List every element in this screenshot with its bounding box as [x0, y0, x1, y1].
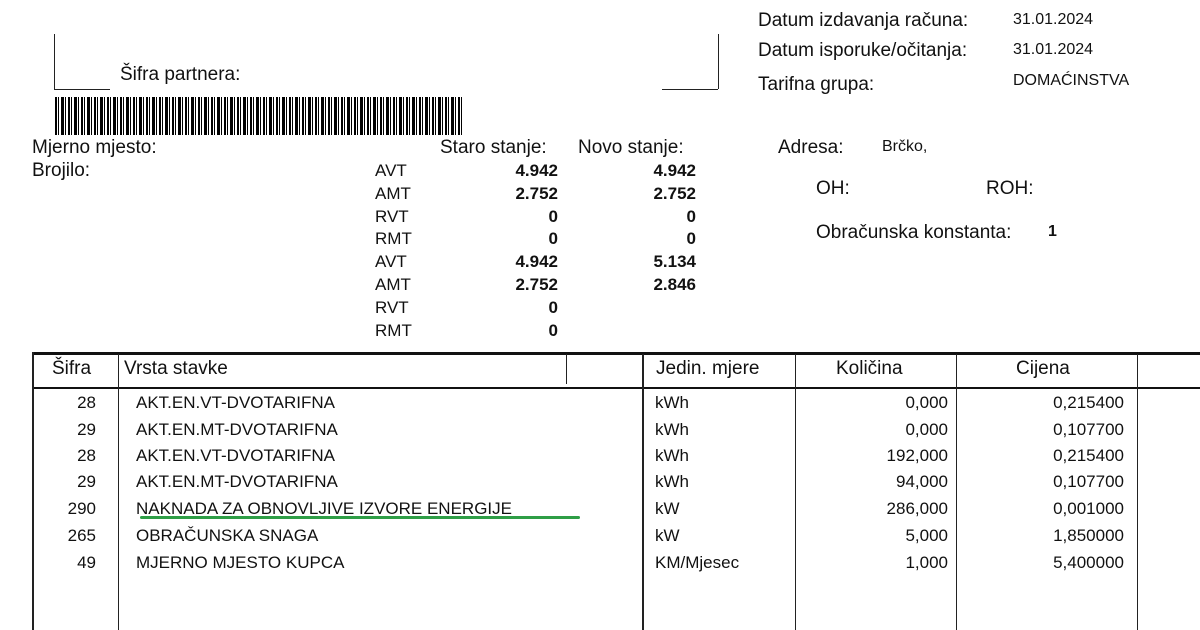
col-divider-price: [1137, 354, 1138, 630]
metering-place-label: Mjerno mjesto:: [32, 137, 157, 158]
meter-code: AMT: [375, 274, 411, 294]
delivery-date: 31.01.2024: [1013, 41, 1094, 58]
row-unit: kWh: [655, 446, 689, 465]
row-price: 0,215400: [1053, 393, 1124, 412]
col-divider-qty: [956, 354, 957, 630]
row-item: MJERNO MJESTO KUPCA: [136, 553, 345, 572]
meter-new-value: 0: [686, 206, 696, 226]
col-divider-code: [118, 354, 119, 630]
row-qty: 94,000: [896, 472, 948, 491]
header-code: Šifra: [52, 358, 92, 379]
row-item: AKT.EN.MT-DVOTARIFNA: [136, 420, 338, 439]
tariff-value: DOMAĆINSTVA: [1013, 72, 1130, 89]
header-unit: Jedin. mjere: [656, 358, 760, 379]
meter-new-value: 0: [686, 229, 696, 249]
row-code: 28: [77, 446, 96, 465]
row-unit: kWh: [655, 420, 689, 439]
delivery-date-label: Datum isporuke/očitanja:: [758, 40, 968, 61]
meter-new-value: 4.942: [653, 161, 696, 180]
row-price: 0,215400: [1053, 446, 1124, 465]
row-unit: kWh: [655, 472, 689, 491]
row-price: 0,107700: [1053, 472, 1124, 491]
row-code: 28: [77, 393, 96, 412]
meter-code: RVT: [375, 297, 409, 317]
meter-code: AVT: [375, 161, 407, 180]
row-unit: kW: [655, 526, 680, 545]
header-item: Vrsta stavke: [124, 358, 228, 379]
row-qty: 1,000: [905, 553, 948, 572]
meter-old-values: 4.942 2.752 0 0 4.942 2.752 0 0: [460, 160, 558, 342]
meter-new-values: 4.942 2.752 0 0 5.134 2.846: [600, 160, 696, 297]
bracket-left-bottom: [54, 89, 110, 90]
row-code: 265: [67, 526, 96, 545]
address-value: Brčko,: [882, 138, 928, 155]
row-unit: KM/Mjesec: [655, 553, 740, 572]
row-item: AKT.EN.VT-DVOTARIFNA: [136, 393, 335, 412]
calc-constant-label: Obračunska konstanta:: [816, 222, 1012, 243]
old-reading-header: Staro stanje:: [440, 137, 547, 158]
meter-code: RMT: [375, 320, 412, 340]
meter-code: RMT: [375, 229, 412, 249]
bracket-right-vertical: [718, 34, 719, 89]
meter-old-value: 2.752: [515, 183, 558, 203]
bracket-left-vertical: [54, 34, 55, 89]
invoice-date-label: Datum izdavanja računa:: [758, 10, 969, 31]
row-code: 49: [77, 553, 96, 572]
row-price: 1,850000: [1053, 526, 1124, 545]
meter-new-value: 2.846: [653, 274, 696, 294]
partner-code-label: Šifra partnera:: [120, 64, 241, 85]
col-divider-unit: [795, 354, 796, 630]
meter-code: AVT: [375, 252, 407, 272]
header-price: Cijena: [1016, 358, 1070, 379]
row-unit: kW: [655, 499, 680, 518]
row-code: 29: [77, 472, 96, 491]
calc-constant-value: 1: [1048, 223, 1057, 240]
meter-old-value: 2.752: [515, 274, 558, 294]
row-qty: 0,000: [905, 393, 948, 412]
row-qty: 0,000: [905, 420, 948, 439]
meter-code: AMT: [375, 183, 411, 203]
tariff-label: Tarifna grupa:: [758, 74, 875, 95]
new-reading-header: Novo stanje:: [578, 137, 684, 158]
meter-new-value: 5.134: [653, 252, 696, 272]
meter-old-value: 4.942: [515, 252, 558, 272]
col-divider-inner: [566, 354, 567, 384]
row-code: 290: [67, 499, 96, 518]
row-qty: 192,000: [886, 446, 948, 465]
row-price: 0,001000: [1053, 499, 1124, 518]
row-item: AKT.EN.VT-DVOTARIFNA: [136, 446, 335, 465]
table-left-border: [32, 352, 34, 630]
meter-old-value: 0: [548, 229, 558, 249]
meter-new-value: 2.752: [653, 183, 696, 203]
meter-label: Brojilo:: [32, 160, 91, 181]
address-label: Adresa:: [778, 137, 844, 158]
invoice-date: 31.01.2024: [1013, 11, 1094, 28]
meter-old-value: 0: [548, 206, 558, 226]
roh-label: ROH:: [986, 178, 1034, 199]
col-divider-item: [642, 354, 644, 630]
row-qty: 286,000: [886, 499, 948, 518]
row-price: 5,400000: [1053, 553, 1124, 572]
bracket-right-bottom: [662, 89, 718, 90]
meter-old-value: 4.942: [515, 161, 558, 180]
row-item: OBRAČUNSKA SNAGA: [136, 526, 319, 545]
oh-label: OH:: [816, 178, 850, 199]
row-code: 29: [77, 420, 96, 439]
meter-codes: AVT AMT RVT RMT AVT AMT RVT RMT: [375, 160, 435, 342]
header-qty: Količina: [836, 358, 903, 379]
row-qty: 5,000: [905, 526, 948, 545]
row-price: 0,107700: [1053, 420, 1124, 439]
meter-old-value: 0: [548, 297, 558, 317]
barcode: [55, 97, 463, 135]
meter-old-value: 0: [548, 320, 558, 340]
row-item: AKT.EN.MT-DVOTARIFNA: [136, 472, 338, 491]
highlight-underline: [140, 516, 580, 519]
row-unit: kWh: [655, 393, 689, 412]
meter-code: RVT: [375, 206, 409, 226]
